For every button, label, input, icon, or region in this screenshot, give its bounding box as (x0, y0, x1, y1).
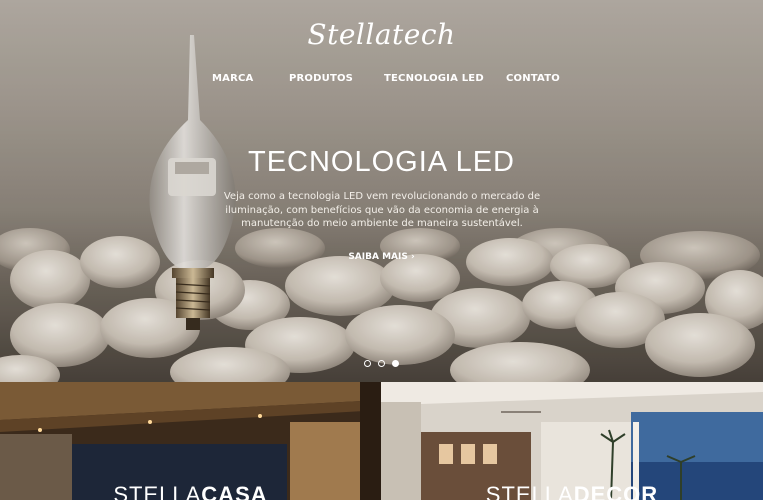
hero-title: TECNOLOGIA LED (247, 146, 515, 178)
hero-description: Veja como a tecnologia LED vem revolucio… (223, 191, 541, 229)
stella-decor-title: STELLADECOR (381, 482, 763, 500)
slider-dot-1[interactable] (364, 360, 371, 367)
hero-banner: Stellatech MARCA PRODUTOS TECNOLOGIA LED… (0, 0, 763, 382)
slider-dot-2[interactable] (378, 360, 385, 367)
saiba-mais-link[interactable]: SAIBA MAIS › (0, 252, 763, 262)
stella-casa-card[interactable]: STELLACASA (0, 382, 381, 500)
stella-decor-card[interactable]: STELLADECOR (381, 382, 763, 500)
slider-dot-3[interactable] (392, 360, 399, 367)
stella-casa-title-bold: CASA (201, 482, 268, 500)
stella-casa-title: STELLACASA (0, 482, 381, 500)
nav-item-produtos[interactable]: PRODUTOS (289, 73, 353, 84)
nav-item-tecnologia-led[interactable]: TECNOLOGIA LED (384, 73, 484, 84)
stella-decor-title-light: STELLA (485, 482, 574, 500)
brand-logo[interactable]: Stellatech (0, 18, 763, 51)
slider-dots (362, 360, 402, 368)
nav-item-marca[interactable]: MARCA (212, 73, 253, 84)
stella-casa-title-light: STELLA (113, 482, 202, 500)
nav-item-contato[interactable]: CONTATO (506, 73, 560, 84)
stella-decor-title-bold: DECOR (573, 482, 659, 500)
main-navigation: MARCA PRODUTOS TECNOLOGIA LED CONTATO (0, 73, 763, 89)
